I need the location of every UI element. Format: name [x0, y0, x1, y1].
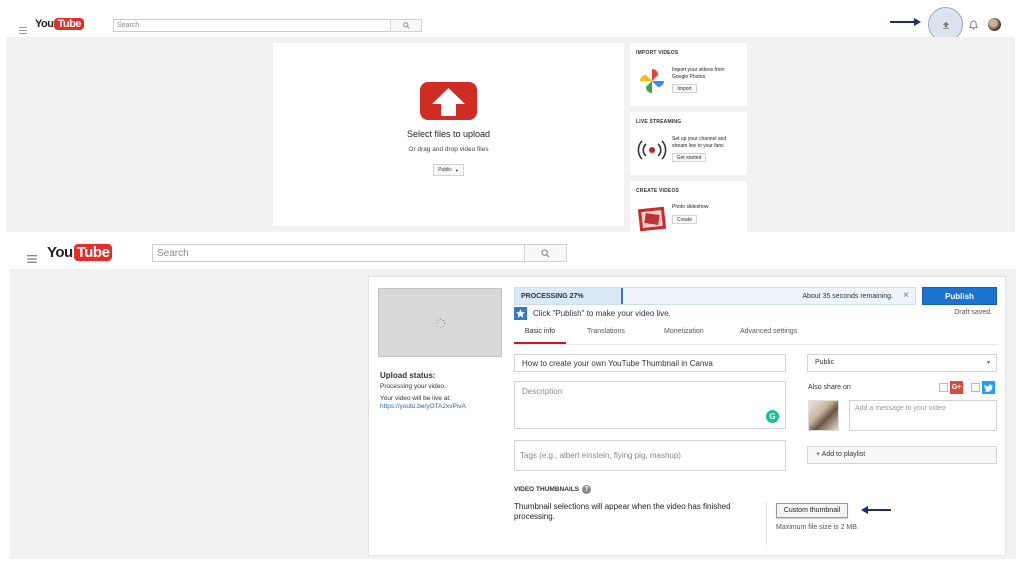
video-details-screenshot: You Tube Search Upload status: Processing…: [0, 236, 1022, 567]
menu-icon[interactable]: [19, 21, 27, 34]
live-streaming-card: LIVE STREAMING Set up your channel and s…: [630, 112, 747, 175]
photo-slideshow-label: Photo slideshow: [672, 204, 709, 210]
upload-status-line2: Your video will be live at:: [380, 395, 451, 402]
tabs-divider: [514, 344, 998, 345]
notifications-bell-icon[interactable]: [969, 20, 978, 30]
import-videos-card: IMPORT VIDEOS Import your videos from Go…: [630, 43, 747, 106]
upload-page-screenshot: You Tube Search Select files to upload Or…: [0, 0, 1022, 232]
search-placeholder: Search: [157, 247, 189, 259]
time-remaining: About 35 seconds remaining.: [802, 293, 893, 300]
title-input[interactable]: How to create your own YouTube Thumbnail…: [514, 354, 786, 372]
search-placeholder: Search: [117, 22, 140, 29]
dropdown-arrow-icon: ▼: [454, 167, 459, 173]
live-streaming-text-1: Set up your channel and: [672, 136, 727, 142]
get-started-button[interactable]: Get started: [672, 153, 706, 162]
search-button[interactable]: [390, 19, 422, 32]
dropdown-arrow-icon: ▼: [986, 360, 991, 366]
thumbnails-divider: [766, 502, 767, 545]
description-textarea[interactable]: Description G: [514, 381, 786, 429]
upload-title: Select files to upload: [406, 129, 491, 139]
search-icon: [541, 248, 550, 257]
grammarly-icon[interactable]: G: [766, 410, 779, 423]
youtube-logo[interactable]: You Tube: [35, 18, 84, 30]
annotation-arrow-icon: [890, 18, 921, 26]
progress-label: PROCESSING 27%: [521, 293, 584, 300]
annotation-arrow-icon: [861, 506, 891, 514]
thumbnails-info-line1: Thumbnail selections will appear when th…: [514, 502, 731, 511]
tags-input[interactable]: Tags (e.g., albert einstein, flying pig,…: [514, 440, 786, 471]
video-details-panel: Upload status: Processing your video. Yo…: [368, 276, 1006, 556]
add-to-playlist-button[interactable]: + Add to playlist: [807, 446, 997, 464]
live-streaming-title: LIVE STREAMING: [636, 119, 682, 125]
max-file-size-note: Maximum file size is 2 MB.: [776, 524, 859, 531]
star-badge-icon: [514, 307, 527, 320]
tab-basic-info[interactable]: Basic info: [514, 328, 566, 344]
share-message-textarea[interactable]: Add a message to your video: [849, 400, 997, 431]
channel-avatar: [808, 400, 839, 431]
account-avatar[interactable]: [988, 18, 1001, 31]
upload-icon: [942, 21, 949, 29]
publish-hint: Click "Publish" to make your video live.: [533, 309, 671, 318]
import-button[interactable]: Import: [672, 84, 697, 93]
upload-status-heading: Upload status:: [380, 371, 436, 380]
upload-arrow-icon[interactable]: [420, 82, 477, 120]
search-input[interactable]: Search: [152, 244, 525, 262]
processing-progress-bar: PROCESSING 27% About 35 seconds remainin…: [514, 287, 916, 305]
close-icon[interactable]: ×: [903, 290, 909, 301]
tab-monetization[interactable]: Monetization: [664, 328, 704, 335]
youtube-logo[interactable]: You Tube: [47, 244, 113, 261]
video-thumbnails-heading: VIDEO THUMBNAILS ?: [514, 485, 591, 494]
help-icon[interactable]: ?: [582, 485, 591, 494]
publish-button[interactable]: Publish: [922, 287, 997, 305]
import-videos-title: IMPORT VIDEOS: [636, 50, 679, 56]
create-videos-card: CREATE VIDEOS Photo slideshow Create: [630, 181, 747, 232]
loading-spinner-icon: [435, 318, 446, 329]
create-videos-title: CREATE VIDEOS: [636, 188, 680, 194]
import-videos-text-2: Google Photos: [672, 74, 706, 80]
also-share-label: Also share on: [808, 384, 851, 391]
live-streaming-text-2: stream live to your fans: [672, 143, 724, 149]
search-icon: [402, 22, 410, 29]
import-videos-text-1: Import your videos from: [672, 67, 725, 73]
tab-advanced-settings[interactable]: Advanced settings: [740, 328, 797, 335]
privacy-select[interactable]: Public ▼: [807, 354, 997, 372]
tab-translations[interactable]: Translations: [587, 328, 625, 335]
search-input[interactable]: Search: [113, 19, 391, 32]
privacy-dropdown[interactable]: Public ▼: [433, 164, 464, 176]
search-button[interactable]: [524, 244, 567, 262]
upload-status-line1: Processing your video.: [380, 383, 446, 390]
video-preview: [378, 288, 502, 357]
google-plus-icon: G+: [950, 381, 963, 394]
live-broadcast-icon: [637, 140, 667, 160]
menu-icon[interactable]: [27, 250, 37, 263]
create-button[interactable]: Create: [672, 215, 697, 224]
twitter-icon: [982, 381, 995, 394]
google-photos-icon: [640, 69, 664, 93]
video-url-link[interactable]: https://youtu.be/yOTA2xvPivA: [380, 403, 466, 410]
upload-subtitle: Or drag and drop video files: [408, 146, 489, 153]
draft-status: Draft saved.: [954, 309, 992, 316]
twitter-checkbox[interactable]: [971, 383, 980, 392]
photo-slideshow-icon: [637, 206, 667, 232]
custom-thumbnail-button[interactable]: Custom thumbnail: [776, 503, 848, 518]
thumbnails-info-line2: processing.: [514, 512, 555, 521]
google-plus-checkbox[interactable]: [939, 383, 948, 392]
upload-card[interactable]: Select files to upload Or drag and drop …: [273, 43, 624, 226]
